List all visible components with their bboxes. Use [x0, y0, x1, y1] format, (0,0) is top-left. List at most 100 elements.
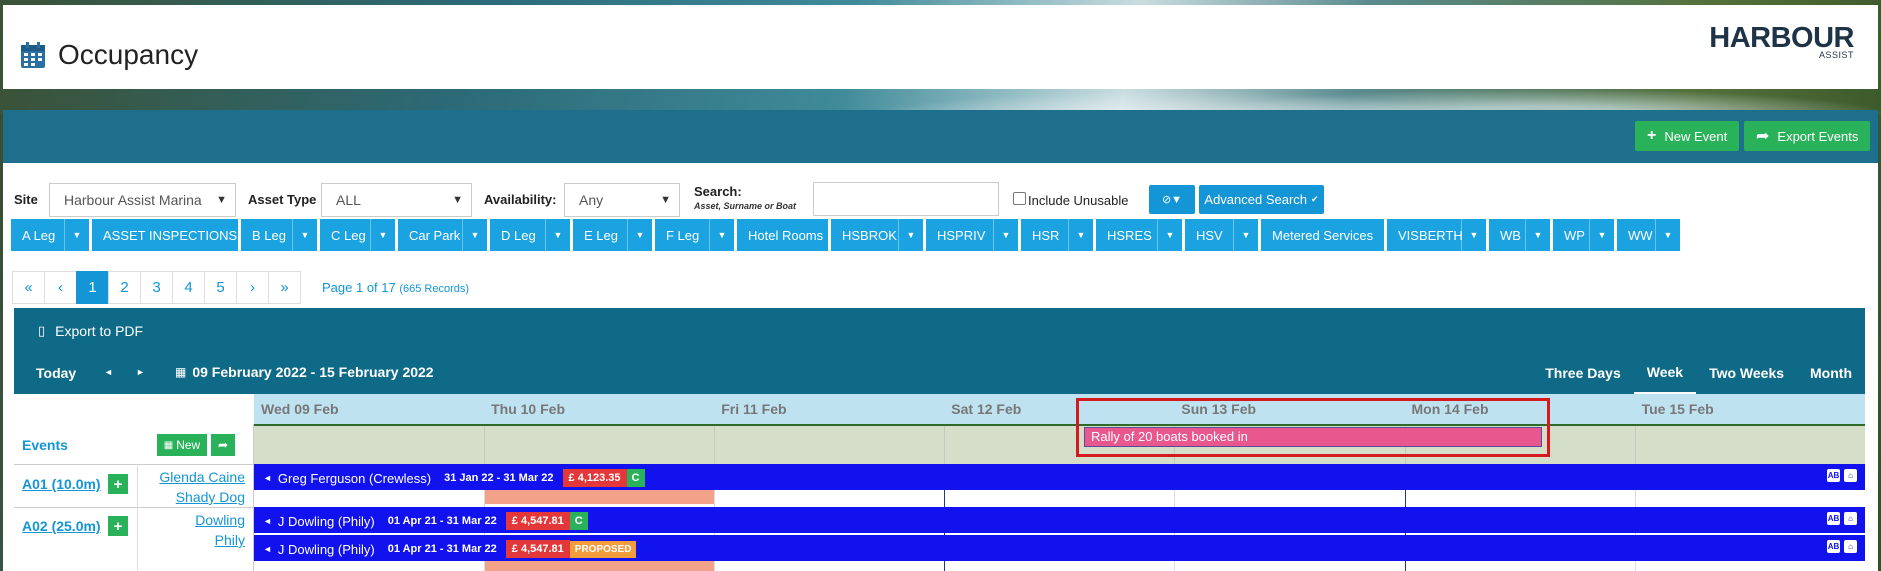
calendar-plus-icon: ▦ — [163, 439, 174, 451]
new-event-label: New Event — [1664, 128, 1728, 144]
prev-page-button[interactable]: ‹ — [44, 271, 77, 304]
day-header: Wed 09 Feb — [261, 401, 339, 417]
chevron-down-icon[interactable]: ▼ — [545, 219, 570, 251]
caret-left-icon: ◄ — [263, 544, 272, 554]
asset-link-a01[interactable]: A01 (10.0m) — [22, 476, 101, 492]
booking-bar[interactable]: ◄ J Dowling (Phily) 01 Apr 21 - 31 Mar 2… — [254, 535, 1865, 561]
new-event-button[interactable]: + New Event — [1635, 121, 1740, 151]
view-tab[interactable]: Month — [1797, 352, 1865, 394]
booking-name: J Dowling (Phily) — [277, 513, 375, 529]
booking-content: ◄ J Dowling (Phily) 01 Apr 21 - 31 Mar 2… — [263, 512, 588, 530]
export-pdf-button[interactable]: ▯ Export to PDF — [38, 323, 143, 339]
asset-tag-label: HSBROK — [842, 227, 897, 243]
chevron-down-icon[interactable]: ▼ — [462, 219, 487, 251]
last-page-button[interactable]: » — [268, 271, 301, 304]
asset-tag[interactable]: Metered Services — [1261, 219, 1384, 251]
chevron-down-icon[interactable]: ▼ — [1655, 219, 1680, 251]
chevron-down-icon: ✔ — [1311, 194, 1319, 204]
chevron-down-icon[interactable]: ▼ — [1461, 219, 1486, 251]
view-tab[interactable]: Week — [1633, 352, 1697, 394]
asset-tag[interactable]: VISBERTH ▼ — [1387, 219, 1486, 251]
chevron-down-icon[interactable]: ▼ — [370, 219, 395, 251]
asset-link-a02[interactable]: A02 (25.0m) — [22, 518, 101, 534]
chevron-down-icon: ▼ — [216, 194, 227, 206]
boat-icon: ⌂ — [1844, 512, 1857, 525]
chevron-down-icon[interactable]: ▼ — [1157, 219, 1182, 251]
asset-type-select[interactable]: ALL ▼ — [321, 183, 472, 217]
site-select[interactable]: Harbour Assist Marina ▼ — [49, 183, 236, 217]
add-booking-a01-button[interactable]: + — [108, 474, 128, 494]
date-range-label: 09 February 2022 - 15 February 2022 — [192, 364, 434, 380]
asset-tag[interactable]: A Leg ▼ — [11, 219, 89, 251]
chevron-down-icon[interactable]: ▼ — [1233, 219, 1258, 251]
boat-link-a02[interactable]: Phily — [215, 532, 245, 548]
clear-filter-button[interactable]: ⊘▼ — [1149, 185, 1195, 214]
asset-tag[interactable]: HSBROK ▼ — [831, 219, 923, 251]
next-page-button[interactable]: › — [236, 271, 269, 304]
filter-clear-icon: ⊘▼ — [1161, 194, 1183, 206]
prev-week-button[interactable]: ◄ — [104, 367, 113, 377]
row-divider — [14, 507, 254, 508]
boat-link-a01[interactable]: Shady Dog — [176, 489, 245, 505]
next-week-button[interactable]: ► — [136, 367, 145, 377]
asset-tag[interactable]: HSRES ▼ — [1096, 219, 1182, 251]
today-button[interactable]: Today — [36, 365, 76, 381]
date-range-picker[interactable]: ▦ 09 February 2022 - 15 February 2022 — [175, 364, 434, 380]
events-share-button[interactable]: ➦ — [211, 434, 235, 456]
page-5-button[interactable]: 5 — [204, 271, 237, 304]
page-info-text: Page 1 of 17 — [322, 280, 396, 295]
page-2-button[interactable]: 2 — [108, 271, 141, 304]
asset-tag-label: E Leg — [584, 227, 618, 243]
chevron-down-icon[interactable]: ▼ — [627, 219, 652, 251]
export-events-button[interactable]: ➦ Export Events — [1744, 121, 1871, 151]
asset-tag[interactable]: HSV ▼ — [1185, 219, 1258, 251]
asset-tag[interactable]: E Leg ▼ — [573, 219, 652, 251]
availability-select[interactable]: Any ▼ — [564, 183, 680, 217]
asset-tag[interactable]: C Leg ▼ — [320, 219, 395, 251]
asset-tag[interactable]: B Leg ▼ — [241, 219, 317, 251]
asset-tag[interactable]: WB ▼ — [1489, 219, 1550, 251]
chevron-down-icon[interactable]: ▼ — [1525, 219, 1550, 251]
chevron-down-icon[interactable]: ▼ — [292, 219, 317, 251]
booking-content: ◄ Greg Ferguson (Crewless) 31 Jan 22 - 3… — [263, 469, 645, 487]
asset-tag[interactable]: ASSET INSPECTIONS — [92, 219, 238, 251]
asset-tag[interactable]: Hotel Rooms — [737, 219, 828, 251]
booking-bar[interactable]: ◄ J Dowling (Phily) 01 Apr 21 - 31 Mar 2… — [254, 507, 1865, 533]
view-tab[interactable]: Three Days — [1532, 352, 1633, 394]
booking-segment — [485, 490, 715, 504]
owner-link-a02[interactable]: Dowling — [195, 512, 245, 528]
caret-left-icon: ◄ — [263, 516, 272, 526]
chevron-down-icon[interactable]: ▼ — [993, 219, 1018, 251]
availability-label: Availability: — [484, 192, 557, 207]
day-header: Tue 15 Feb — [1641, 401, 1714, 417]
chevron-down-icon[interactable]: ▼ — [1589, 219, 1614, 251]
chevron-down-icon[interactable]: ▼ — [709, 219, 734, 251]
search-input[interactable] — [813, 182, 999, 216]
chevron-down-icon[interactable]: ▼ — [898, 219, 923, 251]
calendar-small-icon: ▦ — [175, 365, 187, 379]
page-4-button[interactable]: 4 — [172, 271, 205, 304]
asset-tag[interactable]: F Leg ▼ — [655, 219, 734, 251]
page-1-button[interactable]: 1 — [76, 271, 109, 304]
asset-tag[interactable]: HSR ▼ — [1021, 219, 1093, 251]
asset-tag[interactable]: WP ▼ — [1553, 219, 1614, 251]
booking-bar[interactable]: ◄ Greg Ferguson (Crewless) 31 Jan 22 - 3… — [254, 464, 1865, 490]
asset-tag-label: WP — [1564, 227, 1585, 243]
boat-icon: ⌂ — [1844, 469, 1857, 482]
first-page-button[interactable]: « — [12, 271, 45, 304]
view-tab[interactable]: Two Weeks — [1696, 352, 1797, 394]
include-unusable-checkbox[interactable] — [1013, 192, 1026, 205]
asset-tag[interactable]: D Leg ▼ — [490, 219, 570, 251]
chevron-down-icon[interactable]: ▼ — [64, 219, 89, 251]
booking-icons: AB ⌂ — [1827, 469, 1857, 482]
asset-tag[interactable]: Car Park ▼ — [398, 219, 487, 251]
asset-tag[interactable]: WW ▼ — [1617, 219, 1680, 251]
new-event-row-button[interactable]: ▦ New — [157, 434, 207, 456]
owner-link-a01[interactable]: Glenda Caine — [159, 469, 245, 485]
chevron-down-icon[interactable]: ▼ — [1068, 219, 1093, 251]
advanced-search-button[interactable]: Advanced Search ✔ — [1199, 185, 1324, 214]
day-divider — [944, 426, 946, 464]
page-3-button[interactable]: 3 — [140, 271, 173, 304]
add-booking-a02-button[interactable]: + — [108, 516, 128, 536]
asset-tag[interactable]: HSPRIV ▼ — [926, 219, 1018, 251]
